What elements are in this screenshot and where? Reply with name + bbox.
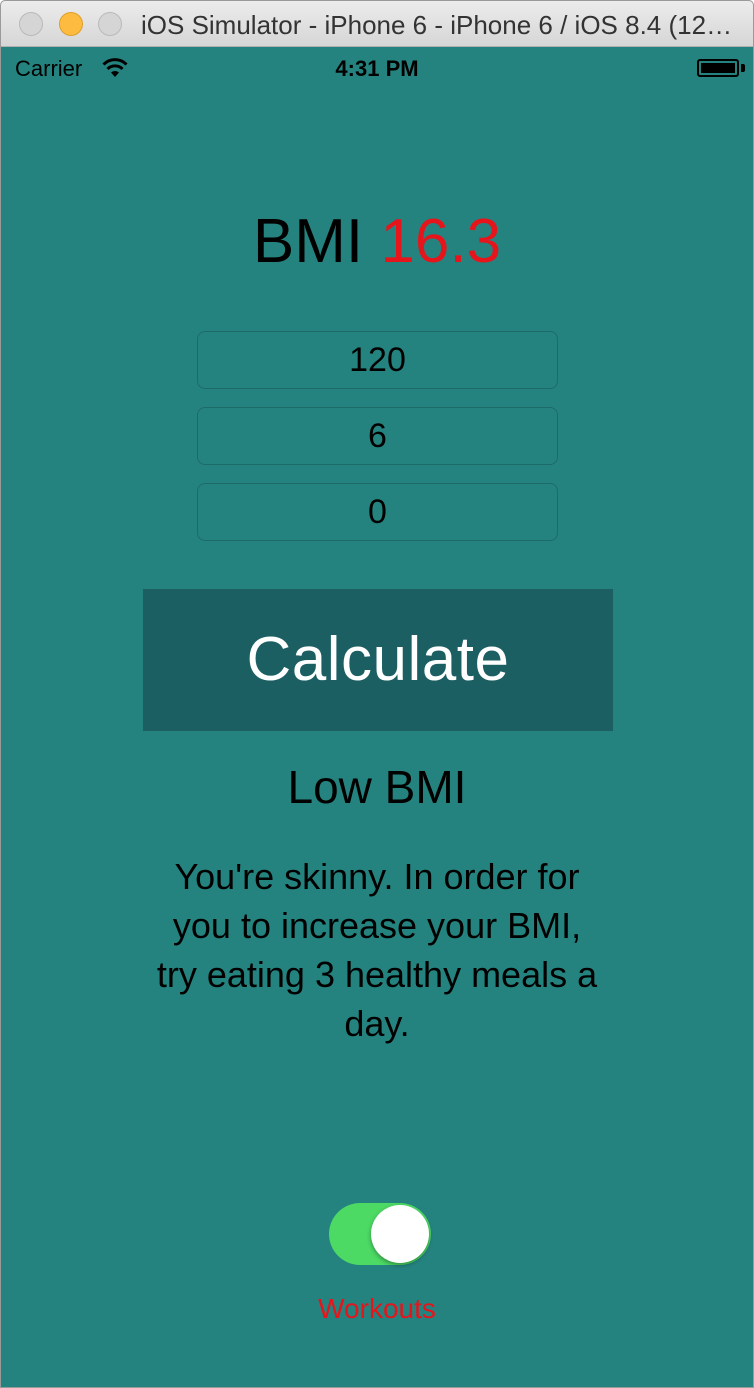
weight-field[interactable] <box>197 331 558 389</box>
app-screen: Carrier 4:31 PM BMI 16.3 Calculate Low B… <box>1 47 753 1387</box>
advice-text: You're skinny. In order for you to incre… <box>156 856 598 1044</box>
zoom-window-button[interactable] <box>98 12 122 36</box>
battery-tip <box>741 64 745 72</box>
window-titlebar: iOS Simulator - iPhone 6 - iPhone 6 / iO… <box>1 1 753 47</box>
minimize-window-button[interactable] <box>59 12 83 36</box>
simulator-window: iOS Simulator - iPhone 6 - iPhone 6 / iO… <box>0 0 754 1388</box>
height-inches-field[interactable] <box>197 483 558 541</box>
workouts-toggle[interactable] <box>329 1203 431 1265</box>
bmi-value: 16.3 <box>380 207 502 276</box>
height-feet-field[interactable] <box>197 407 558 465</box>
result-title: Low BMI <box>287 761 467 813</box>
toggle-knob <box>371 1205 429 1263</box>
window-title: iOS Simulator - iPhone 6 - iPhone 6 / iO… <box>141 10 741 40</box>
bmi-label: BMI <box>252 207 364 276</box>
bmi-heading: BMI 16.3 <box>1 202 753 282</box>
battery-icon <box>697 59 739 77</box>
status-time: 4:31 PM <box>335 56 419 81</box>
close-window-button[interactable] <box>19 12 43 36</box>
calculate-button[interactable]: Calculate <box>143 589 613 731</box>
status-bar: Carrier 4:31 PM <box>1 47 753 89</box>
workouts-label[interactable]: Workouts <box>1 1293 753 1325</box>
